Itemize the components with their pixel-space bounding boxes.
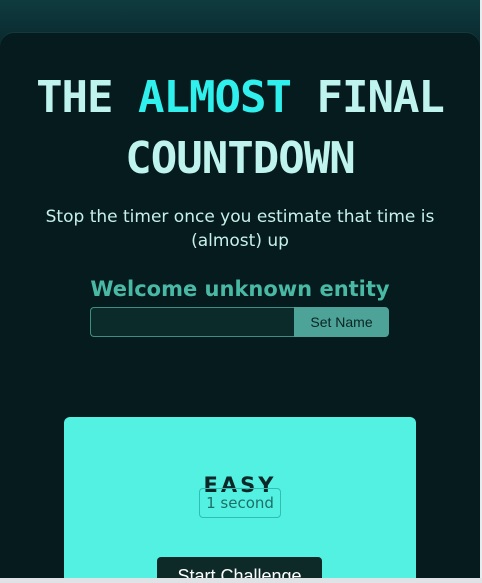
set-name-button[interactable]: Set Name	[294, 307, 389, 337]
title-suffix: FINAL	[290, 72, 444, 123]
page-title-line-1: THE ALMOST FINAL	[0, 68, 480, 128]
subtitle: Stop the timer once you estimate that ti…	[45, 207, 435, 251]
name-input[interactable]	[90, 307, 294, 337]
welcome-message: Welcome unknown entity	[90, 277, 390, 302]
challenge-card-easy: EASY 1 second Start Challenge	[64, 417, 416, 583]
name-form: Set Name	[90, 307, 389, 337]
title-prefix: THE	[36, 72, 139, 123]
page-title-line-2: COUNTDOWN	[125, 133, 355, 184]
duration-badge: 1 second	[199, 488, 281, 518]
title-accent: ALMOST	[138, 72, 292, 123]
taskbar	[0, 578, 482, 583]
